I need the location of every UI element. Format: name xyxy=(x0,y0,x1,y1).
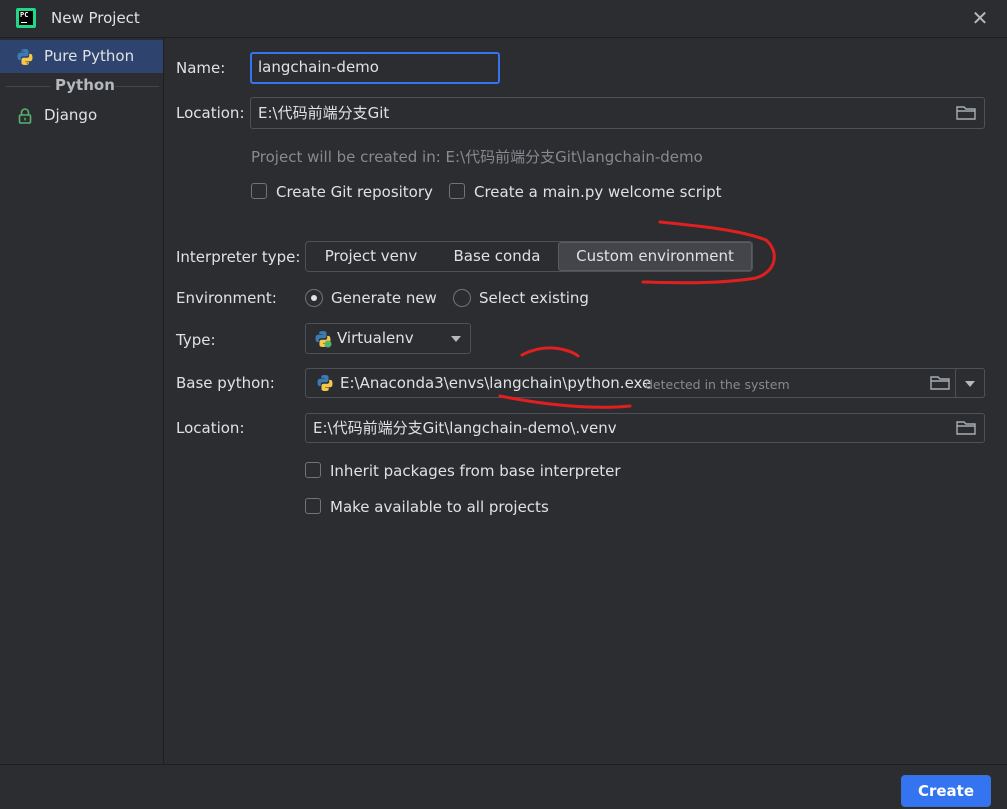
environment-type-value: Virtualenv xyxy=(337,329,414,347)
dialog-footer: Create xyxy=(0,764,1007,809)
create-main-script-label: Create a main.py welcome script xyxy=(474,183,722,201)
location-label: Location: xyxy=(176,104,245,122)
venv-location-label: Location: xyxy=(176,419,245,437)
sidebar-item-label: Django xyxy=(44,106,98,124)
create-button[interactable]: Create xyxy=(901,775,991,807)
divider xyxy=(115,86,159,87)
project-path-hint: Project will be created in: E:\代码前端分支Git… xyxy=(251,148,703,166)
sidebar-group-label: Python xyxy=(55,76,115,94)
environment-type-dropdown[interactable]: Virtualenv xyxy=(305,323,471,354)
folder-icon[interactable] xyxy=(956,420,978,436)
divider xyxy=(6,86,50,87)
interpreter-type-tabs: Project venv Base conda Custom environme… xyxy=(305,241,753,272)
python-icon xyxy=(17,49,33,65)
make-available-checkbox[interactable] xyxy=(305,498,321,514)
create-git-label: Create Git repository xyxy=(276,183,433,201)
base-python-label: Base python: xyxy=(176,374,275,392)
interpreter-type-label: Interpreter type: xyxy=(176,248,301,266)
environment-label: Environment: xyxy=(176,289,277,307)
inherit-packages-checkbox[interactable] xyxy=(305,462,321,478)
sidebar-item-label: Pure Python xyxy=(44,47,135,65)
python-icon xyxy=(317,375,333,391)
chevron-down-icon xyxy=(451,336,461,342)
python-icon xyxy=(315,331,332,348)
generate-new-label: Generate new xyxy=(331,289,437,307)
project-settings-panel: Name: langchain-demo Location: E:\代码前端分支… xyxy=(164,38,1007,764)
base-python-dropdown-button[interactable] xyxy=(955,368,985,398)
project-location-input[interactable]: E:\代码前端分支Git xyxy=(250,97,985,129)
inherit-packages-label: Inherit packages from base interpreter xyxy=(330,462,621,480)
sidebar-group-header: Python xyxy=(0,76,163,95)
tab-custom-environment[interactable]: Custom environment xyxy=(558,242,752,271)
location-value: E:\代码前端分支Git xyxy=(258,104,390,122)
venv-location-input[interactable]: E:\代码前端分支Git\langchain-demo\.venv xyxy=(305,413,985,443)
window-title: New Project xyxy=(51,9,140,27)
name-label: Name: xyxy=(176,59,226,77)
pycharm-logo-icon: PC xyxy=(16,8,36,28)
folder-icon[interactable] xyxy=(956,105,978,121)
tab-base-conda[interactable]: Base conda xyxy=(436,242,558,271)
venv-location-value: E:\代码前端分支Git\langchain-demo\.venv xyxy=(313,419,617,437)
sidebar-item-pure-python[interactable]: Pure Python xyxy=(0,40,163,73)
project-name-input[interactable]: langchain-demo xyxy=(250,52,500,84)
sidebar-item-django[interactable]: Django xyxy=(0,99,163,132)
lock-icon xyxy=(18,108,32,124)
close-icon[interactable]: ✕ xyxy=(968,6,992,30)
base-python-dropdown[interactable]: E:\Anaconda3\envs\langchain\python.exe d… xyxy=(305,368,985,398)
select-existing-label: Select existing xyxy=(479,289,589,307)
detected-hint: detected in the system xyxy=(645,377,790,392)
make-available-label: Make available to all projects xyxy=(330,498,549,516)
type-label: Type: xyxy=(176,331,216,349)
generate-new-radio[interactable] xyxy=(305,289,323,307)
create-git-checkbox[interactable] xyxy=(251,183,267,199)
folder-icon[interactable] xyxy=(930,375,952,391)
chevron-down-icon xyxy=(965,381,975,387)
create-main-script-checkbox[interactable] xyxy=(449,183,465,199)
select-existing-radio[interactable] xyxy=(453,289,471,307)
tab-project-venv[interactable]: Project venv xyxy=(306,242,436,271)
title-bar: PC New Project ✕ xyxy=(0,0,1007,38)
base-python-path: E:\Anaconda3\envs\langchain\python.exe xyxy=(340,374,652,392)
project-type-sidebar: Pure Python Python Django xyxy=(0,38,164,764)
